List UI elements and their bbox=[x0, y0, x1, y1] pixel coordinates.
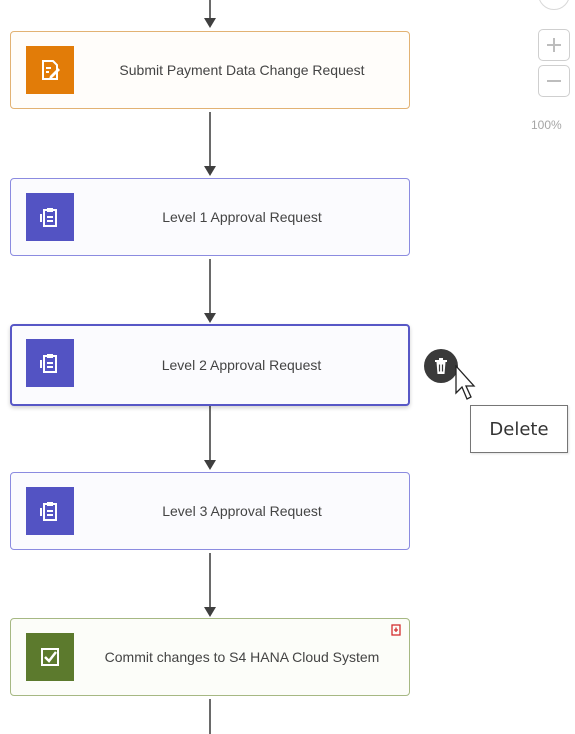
arrowhead bbox=[204, 460, 216, 470]
checkbox-icon bbox=[41, 648, 59, 666]
arrowhead bbox=[204, 313, 216, 323]
arrowhead bbox=[204, 166, 216, 176]
workflow-step-submit-form[interactable]: Submit Payment Data Change Request bbox=[10, 31, 410, 109]
step-label: Level 2 Approval Request bbox=[161, 357, 322, 373]
step-icon-badge bbox=[26, 46, 74, 94]
connector-line bbox=[209, 699, 211, 734]
step-icon-badge bbox=[26, 339, 74, 387]
connector-line bbox=[209, 0, 211, 18]
workflow-step-level-2-approval[interactable]: Level 2 Approval Request bbox=[10, 324, 410, 406]
connector-line bbox=[209, 112, 211, 168]
arrowhead bbox=[204, 18, 216, 28]
trash-icon bbox=[435, 358, 447, 374]
form-edit-icon bbox=[42, 60, 60, 80]
connector-line bbox=[209, 406, 211, 462]
zoom-control-top[interactable] bbox=[538, 0, 570, 10]
delete-step-button[interactable] bbox=[424, 349, 458, 383]
delete-tooltip: Delete bbox=[470, 405, 568, 453]
step-label: Commit changes to S4 HANA Cloud System bbox=[104, 649, 380, 665]
mouse-cursor-icon bbox=[455, 365, 476, 400]
connector-line bbox=[209, 553, 211, 609]
step-icon-badge bbox=[26, 633, 74, 681]
connector-line bbox=[209, 259, 211, 315]
approval-form-icon bbox=[40, 354, 57, 373]
step-label: Submit Payment Data Change Request bbox=[119, 62, 365, 78]
workflow-step-level-3-approval[interactable]: Level 3 Approval Request bbox=[10, 472, 410, 550]
workflow-step-commit-changes[interactable]: Commit changes to S4 HANA Cloud System bbox=[10, 618, 410, 696]
approval-form-icon bbox=[40, 208, 57, 227]
step-icon-badge bbox=[26, 193, 74, 241]
step-label: Level 3 Approval Request bbox=[162, 503, 322, 519]
zoom-in-button[interactable] bbox=[538, 29, 570, 61]
approval-form-icon bbox=[40, 502, 57, 521]
plus-icon bbox=[547, 38, 561, 52]
workflow-step-level-1-approval[interactable]: Level 1 Approval Request bbox=[10, 178, 410, 256]
minus-icon bbox=[547, 80, 561, 82]
zoom-level: 100% bbox=[531, 118, 562, 132]
step-icon-badge bbox=[26, 487, 74, 535]
step-label: Level 1 Approval Request bbox=[162, 209, 322, 225]
arrowhead bbox=[204, 607, 216, 617]
zoom-out-button[interactable] bbox=[538, 65, 570, 97]
warning-icon bbox=[391, 624, 401, 636]
